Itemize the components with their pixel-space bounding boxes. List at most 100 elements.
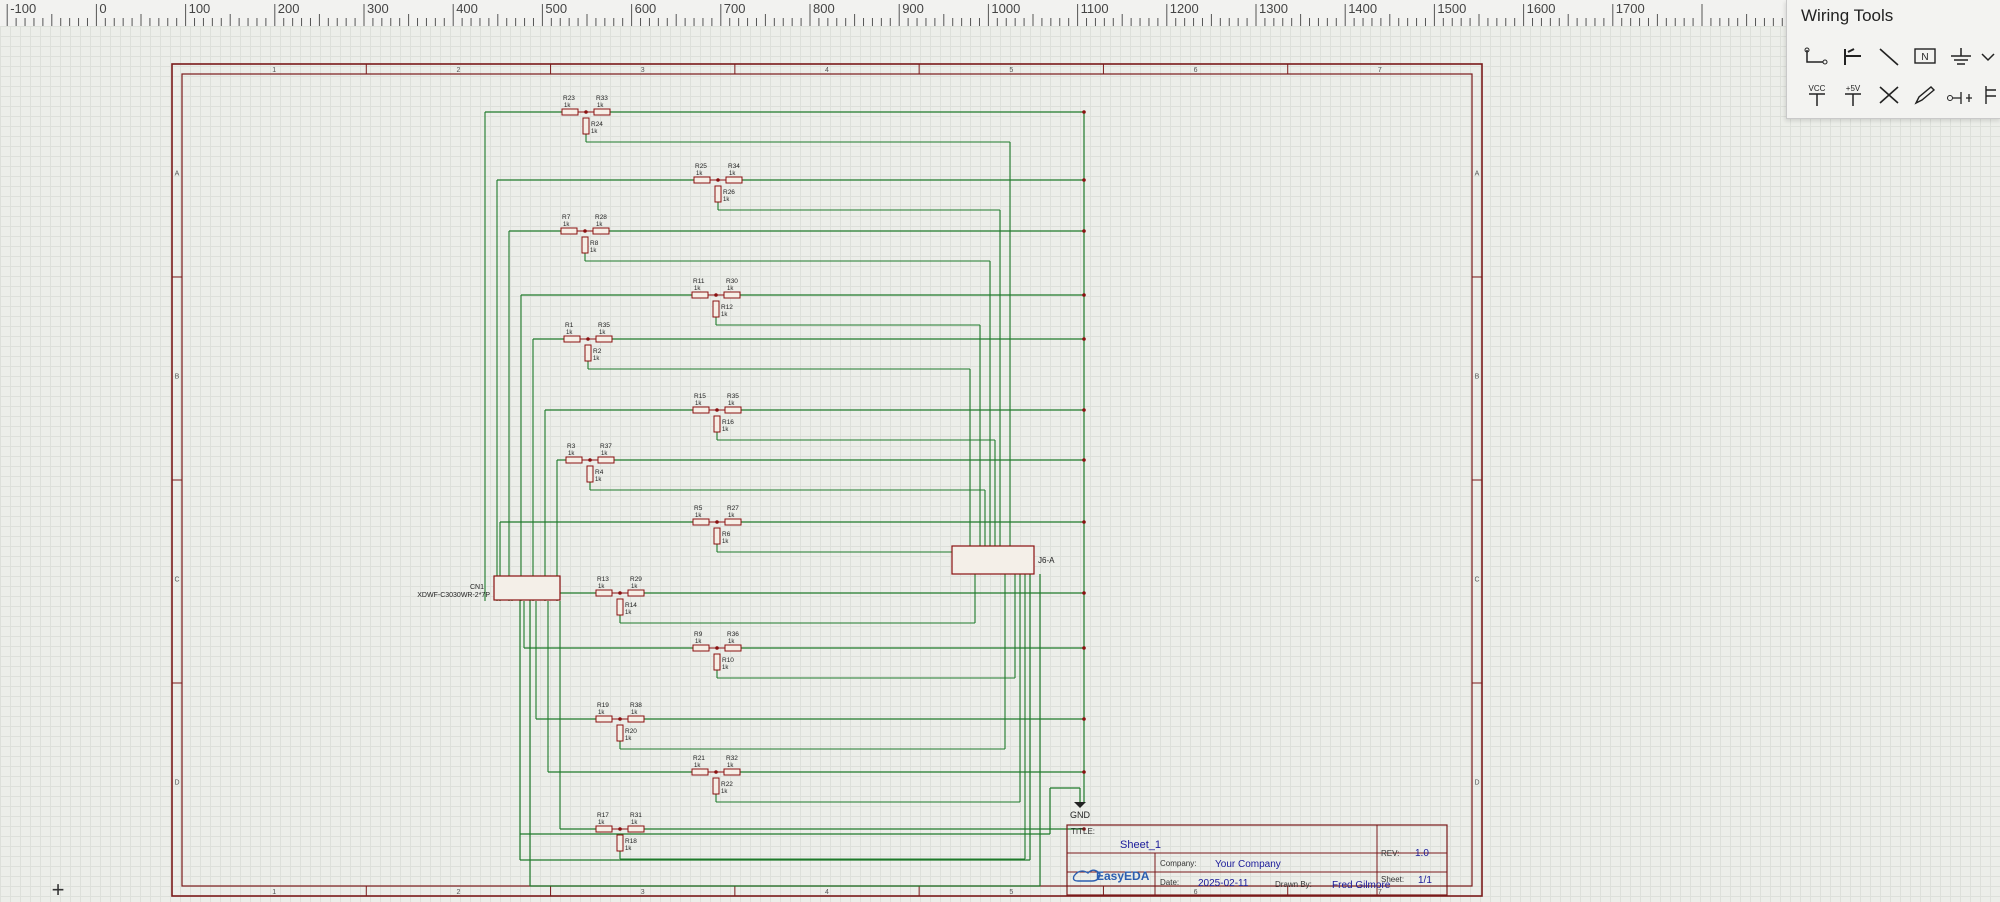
no-connect-tool-icon[interactable]	[1873, 80, 1905, 110]
port-tool-icon[interactable]	[1945, 80, 1977, 110]
resistor-body[interactable]	[692, 518, 710, 526]
resistor-body[interactable]	[616, 598, 624, 616]
resistor-value: 1k	[727, 286, 734, 292]
pen-tool-icon[interactable]	[1909, 80, 1941, 110]
resistor-body[interactable]	[627, 715, 645, 723]
frame-grid-marks: 11223344556677A AB BC CD D	[172, 64, 1482, 896]
resistor-designator: R25	[695, 163, 707, 170]
resistor-body[interactable]	[586, 465, 594, 483]
rev-value: 1.0	[1415, 848, 1429, 859]
resistor-body[interactable]	[627, 589, 645, 597]
resistor-designator: R3	[567, 443, 576, 450]
bus-tool-icon[interactable]	[1837, 42, 1869, 72]
ruler-label: 1600	[1527, 1, 1556, 16]
resistor-body[interactable]	[595, 335, 613, 343]
resistor-body[interactable]	[560, 227, 578, 235]
title-value: Sheet_1	[1120, 839, 1161, 851]
resistor-group[interactable]: R11kR351kR21k	[563, 322, 613, 362]
resistor-group[interactable]: R111kR301kR121k	[691, 278, 741, 318]
resistor-body[interactable]	[593, 108, 611, 116]
resistor-body[interactable]	[565, 456, 583, 464]
resistor-body[interactable]	[595, 715, 613, 723]
resistor-group[interactable]: R51kR271kR61k	[692, 505, 742, 545]
column-number: 3	[641, 67, 645, 74]
resistor-designator: R21	[693, 755, 705, 762]
resistor-body[interactable]	[724, 406, 742, 414]
resistor-body[interactable]	[595, 825, 613, 833]
resistor-body[interactable]	[597, 456, 615, 464]
resistor-group[interactable]: R211kR321kR221k	[691, 755, 741, 795]
resistor-body[interactable]	[592, 227, 610, 235]
connector-j6a[interactable]: J6-A	[951, 545, 1055, 575]
resistor-designator: R31	[630, 812, 642, 819]
resistor-body[interactable]	[714, 185, 722, 203]
resistor-body[interactable]	[713, 653, 721, 671]
resistor-body[interactable]	[724, 518, 742, 526]
resistor-body[interactable]	[616, 724, 624, 742]
schematic-canvas[interactable]: 11223344556677AABBCCDD R23 1k R33 1k R24 1k R2…	[0, 26, 2000, 902]
resistor-designator: R18	[625, 838, 637, 845]
resistor-body[interactable]	[561, 108, 579, 116]
resistor-group[interactable]: R71kR281kR81k	[560, 214, 610, 254]
resistor-body[interactable]	[723, 768, 741, 776]
title-label: TITLE:	[1071, 827, 1095, 836]
ground-tool-icon[interactable]	[1945, 42, 1977, 72]
wire-tool-icon[interactable]	[1801, 42, 1833, 72]
resistor-value: 1k	[721, 789, 728, 795]
resistor-body[interactable]	[712, 777, 720, 795]
resistor-group[interactable]: R91kR361kR101k	[692, 631, 742, 671]
resistor-designator: R33	[596, 95, 608, 102]
resistor-value: 1k	[729, 171, 736, 177]
resistor-body[interactable]	[693, 176, 711, 184]
resistor-body[interactable]	[627, 825, 645, 833]
resistor-group[interactable]: R171kR311kR181k	[595, 812, 645, 852]
plus5v-tool-icon[interactable]: +5V	[1837, 80, 1869, 110]
resistor-value: 1k	[590, 248, 597, 254]
more-tool-icon[interactable]	[1977, 42, 1999, 72]
resistor-body[interactable]	[712, 300, 720, 318]
resistor-body[interactable]	[581, 236, 589, 254]
resistor-value: 1k	[566, 330, 573, 336]
line-tool-icon[interactable]	[1873, 42, 1905, 72]
column-number: 6	[1194, 67, 1198, 74]
resistor-designator: R8	[590, 240, 599, 247]
resistor-group[interactable]: R151kR351kR161k	[692, 393, 742, 433]
drawn-by-value: Fred Gilmore	[1332, 880, 1391, 891]
resistor-group[interactable]: R191kR381kR201k	[595, 702, 645, 742]
resistor-body[interactable]	[616, 834, 624, 852]
resistor-value: 1k	[595, 477, 602, 483]
resistor-value: 1k	[722, 539, 729, 545]
resistor-body[interactable]	[713, 527, 721, 545]
easyeda-logo: EasyEDA	[1072, 869, 1150, 883]
vcc-tool-icon[interactable]: VCC	[1801, 80, 1833, 110]
resistor-body[interactable]	[563, 335, 581, 343]
resistor-group[interactable]: R251kR341kR261k	[693, 163, 743, 203]
resistor-body[interactable]	[692, 644, 710, 652]
resistor-group[interactable]: R31kR371kR41k	[565, 443, 615, 483]
resistor-body[interactable]	[723, 291, 741, 299]
add-sheet-button[interactable]: +	[48, 879, 68, 901]
resistor-body[interactable]	[724, 644, 742, 652]
resistor-body[interactable]	[725, 176, 743, 184]
resistor-body[interactable]	[582, 117, 590, 135]
resistor-body[interactable]	[713, 415, 721, 433]
resistor-body[interactable]	[692, 406, 710, 414]
outer-frame	[171, 63, 1483, 897]
connector-cn1[interactable]: CN1 XDWF-C3030WR-2*7P	[417, 575, 561, 601]
resistor-body[interactable]	[691, 291, 709, 299]
net-label-tool-icon[interactable]: N	[1909, 42, 1941, 72]
resistor-value: 1k	[723, 197, 730, 203]
resistor-value: 1k	[593, 356, 600, 362]
pin-tool-icon[interactable]	[1981, 80, 2000, 110]
resistor-value: 1k	[694, 286, 701, 292]
ground-symbol[interactable]: GND	[1070, 788, 1091, 820]
resistor-body[interactable]	[691, 768, 709, 776]
resistor-group[interactable]: R131kR291kR141k	[595, 576, 645, 616]
resistor-value: 1k	[631, 710, 638, 716]
ruler-label: 1000	[991, 1, 1020, 16]
resistor-group[interactable]: R231kR331kR241k	[561, 95, 611, 135]
resistor-body[interactable]	[595, 589, 613, 597]
resistor-designator: R29	[630, 576, 642, 583]
ruler-label: 200	[278, 1, 300, 16]
resistor-body[interactable]	[584, 344, 592, 362]
